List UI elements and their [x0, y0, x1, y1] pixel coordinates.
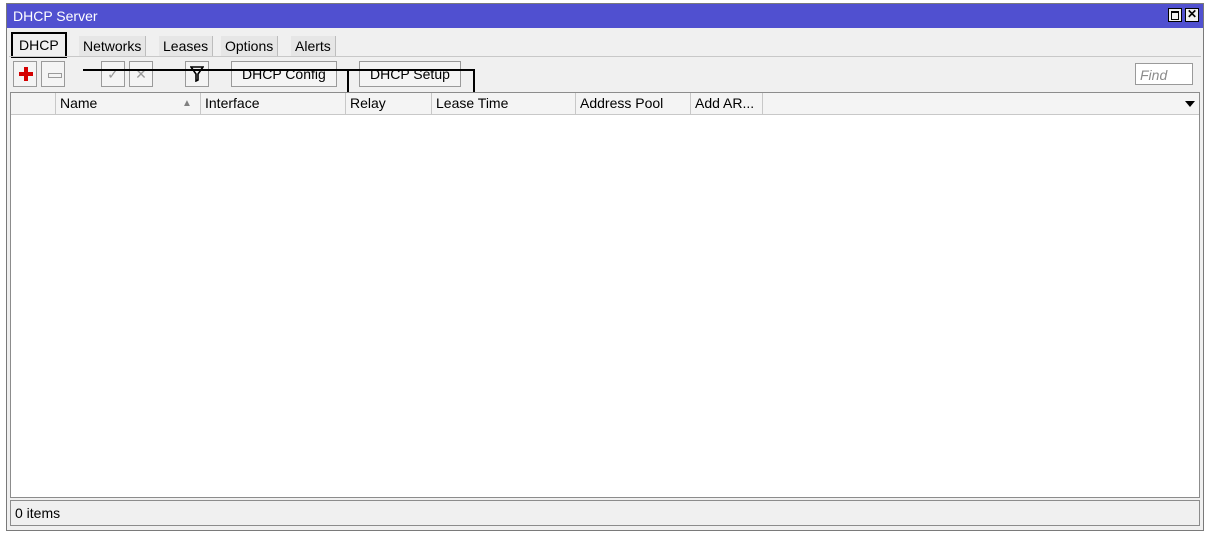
close-button[interactable]: ✕: [1185, 8, 1199, 22]
minus-icon: [48, 73, 62, 78]
maximize-button[interactable]: [1168, 8, 1182, 22]
title-bar[interactable]: DHCP Server ✕: [7, 4, 1203, 28]
tab-dhcp[interactable]: DHCP: [11, 32, 67, 58]
disable-button[interactable]: ✕: [129, 61, 153, 87]
tab-networks[interactable]: Networks: [79, 36, 147, 56]
column-add-arp[interactable]: Add AR...: [691, 93, 763, 114]
items-count: 0 items: [15, 505, 61, 521]
column-name[interactable]: Name ▲: [56, 93, 201, 114]
column-address-pool[interactable]: Address Pool: [576, 93, 691, 114]
dhcp-config-button[interactable]: DHCP Config: [231, 61, 337, 87]
enable-button[interactable]: ✓: [101, 61, 125, 87]
dhcp-server-table: Name ▲ Interface Relay Lease Time Addres…: [10, 92, 1200, 498]
row-marker-column: [11, 93, 56, 114]
status-bar: 0 items: [10, 500, 1200, 526]
tab-alerts[interactable]: Alerts: [291, 36, 336, 56]
add-button[interactable]: [13, 61, 37, 87]
column-interface[interactable]: Interface: [201, 93, 346, 114]
toolbar: ✓ ✕ DHCP Config DHCP Setup Find: [9, 56, 1201, 91]
remove-button[interactable]: [41, 61, 65, 87]
toolbar-highlight-line: [83, 69, 349, 71]
tab-leases[interactable]: Leases: [159, 36, 214, 56]
table-header: Name ▲ Interface Relay Lease Time Addres…: [11, 93, 1199, 115]
plus-icon: [19, 67, 33, 81]
tab-options[interactable]: Options: [221, 36, 279, 56]
column-chooser-dropdown-icon[interactable]: [1185, 101, 1195, 107]
sort-ascending-icon: ▲: [182, 98, 192, 109]
filter-button[interactable]: [185, 61, 209, 87]
column-relay[interactable]: Relay: [346, 93, 432, 114]
window-title: DHCP Server: [13, 8, 98, 24]
column-lease-time[interactable]: Lease Time: [432, 93, 576, 114]
dhcp-server-window: DHCP Server ✕ DHCP Networks Leases Optio…: [6, 3, 1204, 531]
find-input[interactable]: Find: [1135, 63, 1193, 85]
